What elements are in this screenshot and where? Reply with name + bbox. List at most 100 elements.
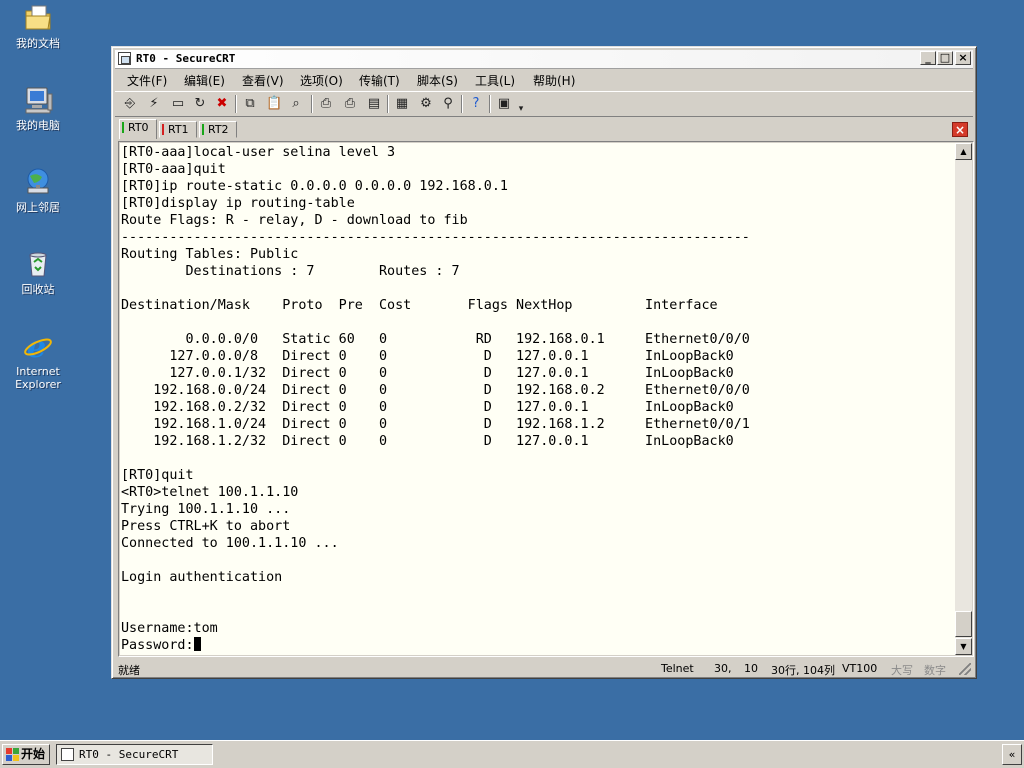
arrow-down-icon: ▼ [960,642,967,651]
terminal-prompt-line: Password: [121,638,194,653]
tab-rt1[interactable]: RT1 [159,121,197,138]
session-options-button[interactable]: ▦ [393,95,411,113]
scroll-thumb[interactable] [955,611,972,637]
terminal-text: [RT0-aaa]local-user selina level 3 [RT0-… [120,143,956,654]
terminal-line: 0.0.0.0/0 Static 60 0 RD 192.168.0.1 Eth… [185,332,750,347]
desktop-icon-label: Explorer [15,378,61,391]
my-documents-icon [22,2,54,34]
toolbar-separator [235,95,237,113]
terminal-line: Login authentication [121,570,283,585]
terminal-line: Destination/Mask Proto Pre Cost Flags Ne… [121,298,718,313]
global-options-icon: ⚙ [420,96,432,111]
tray-toggle-button[interactable]: « [1002,744,1022,765]
vertical-scrollbar[interactable]: ▲ ▼ [955,143,972,655]
status-ready: 就绪 [118,664,140,677]
desktop-icon-internet-explorer[interactable]: e Internet Explorer [6,330,70,391]
taskbar-item-label: RT0 - SecureCRT [79,748,179,761]
terminal-cursor [193,637,201,651]
securecrt-app-icon[interactable] [118,52,131,65]
menu-script[interactable]: 脚本(S) [417,72,458,89]
chevron-left-icon: « [1008,748,1016,761]
internet-explorer-icon: e [22,330,54,365]
tab-status-indicator [202,124,204,135]
print-setup-button[interactable]: ▤ [365,95,383,113]
desktop-icon-my-documents[interactable]: 我的文档 [6,2,70,50]
menu-transfer[interactable]: 传输(T) [359,72,400,89]
connect-tab-button[interactable]: ▭ [169,95,187,113]
close-icon: × [954,123,966,137]
copy-icon: ⧉ [245,96,255,111]
menu-tools[interactable]: 工具(L) [475,72,515,89]
scroll-up-button[interactable]: ▲ [955,143,972,160]
menu-view[interactable]: 查看(V) [242,72,284,89]
status-caps-lock: 大写 [891,664,913,677]
session-tabs: RT0 RT1 RT2 × [115,119,973,141]
terminal-line: [RT0-aaa]quit [121,162,226,177]
paste-icon: 📋 [266,96,283,111]
terminal-output[interactable]: [RT0-aaa]local-user selina level 3 [RT0-… [120,143,956,655]
disconnect-icon: ✖ [216,96,228,111]
quick-connect-button[interactable]: ⚡ [145,95,163,113]
desktop-icon-network-places[interactable]: 网上邻居 [6,166,70,214]
taskbar-item-securecrt[interactable]: RT0 - SecureCRT [56,744,213,765]
tab-rt2[interactable]: RT2 [199,121,237,138]
terminal-line: 192.168.0.0/24 Direct 0 0 D 192.168.0.2 … [153,383,750,398]
maximize-button[interactable]: □ [937,51,953,65]
print-button[interactable]: ⎙ [317,95,335,113]
title-bar[interactable]: RT0 - SecureCRT _ □ × [115,50,973,69]
copy-button[interactable]: ⧉ [241,95,259,113]
help-icon: ? [472,96,480,111]
connect-icon: ⎆ [124,96,136,111]
terminal-line: [RT0]display ip routing-table [121,196,355,211]
tab-label: RT2 [208,123,229,136]
tab-status-indicator [162,124,164,135]
terminal-line: <RT0>telnet 100.1.1.10 [121,485,299,500]
connect-button[interactable]: ⎆ [121,95,139,113]
securecrt-window: RT0 - SecureCRT _ □ × 文件(F) 编辑(E) 查看(V) … [111,46,977,679]
reconnect-icon: ↻ [194,96,206,111]
print-selection-button[interactable]: ⎙ [341,95,359,113]
sftp-button[interactable]: ▣ [495,95,513,113]
tab-rt0[interactable]: RT0 [119,119,157,139]
minimize-icon: _ [925,51,931,64]
menu-help[interactable]: 帮助(H) [533,72,575,89]
windows-logo-icon [6,748,19,761]
menu-file[interactable]: 文件(F) [127,72,167,89]
help-button[interactable]: ? [467,95,485,113]
minimize-button[interactable]: _ [920,51,936,65]
toolbar: ⎆ ⚡ ▭ ↻ ✖ ⧉ 📋 ⌕ ⎙ ⎙ ▤ ▦ ⚙ ⚲ ? ▣ ▾ [115,91,973,117]
my-computer-icon [22,84,54,116]
menu-edit[interactable]: 编辑(E) [184,72,225,89]
desktop-icon-recycle-bin[interactable]: 回收站 [6,248,70,296]
network-places-icon [22,166,54,198]
start-label: 开始 [21,747,46,761]
close-tab-button[interactable]: × [952,122,968,137]
toolbar-separator [311,95,313,113]
start-button[interactable]: 开始 [2,744,50,765]
securecrt-app-icon [61,748,74,761]
desktop-icon-my-computer[interactable]: 我的电脑 [6,84,70,132]
session-options-icon: ▦ [395,96,409,111]
find-icon: ⌕ [292,96,300,111]
close-button[interactable]: × [955,51,971,65]
global-options-button[interactable]: ⚙ [417,95,435,113]
scroll-down-button[interactable]: ▼ [955,638,972,655]
find-button[interactable]: ⌕ [287,95,305,113]
terminal-line: 192.168.0.2/32 Direct 0 0 D 127.0.0.1 In… [153,400,734,415]
terminal-line: 127.0.0.1/32 Direct 0 0 D 127.0.0.1 InLo… [169,366,734,381]
maximize-icon: □ [939,51,951,64]
terminal-line: Connected to 100.1.1.10 ... [121,536,339,551]
status-row: 30, [714,662,732,675]
disconnect-button[interactable]: ✖ [213,95,231,113]
toolbar-overflow-button[interactable]: ▾ [515,95,525,114]
reconnect-button[interactable]: ↻ [191,95,209,113]
connect-tab-icon: ▭ [171,96,185,111]
resize-grip-icon[interactable] [959,663,971,675]
terminal-line: 192.168.1.2/32 Direct 0 0 D 127.0.0.1 In… [153,434,734,449]
keymap-button[interactable]: ⚲ [439,95,457,113]
terminal-line: 192.168.1.0/24 Direct 0 0 D 192.168.1.2 … [153,417,750,432]
paste-button[interactable]: 📋 [265,95,283,113]
menu-options[interactable]: 选项(O) [300,72,343,89]
quick-connect-icon: ⚡ [149,96,159,111]
terminal-line: 127.0.0.0/8 Direct 0 0 D 127.0.0.1 InLoo… [169,349,734,364]
